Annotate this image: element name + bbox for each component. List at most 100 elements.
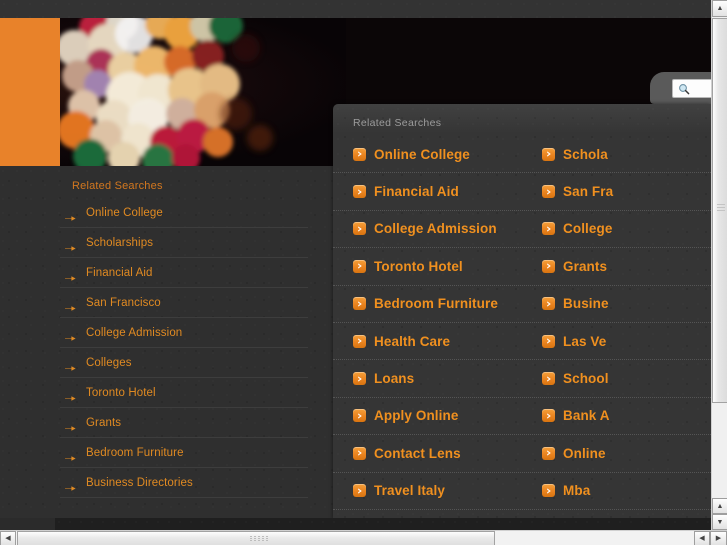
related-search-label: Bank A	[563, 408, 610, 424]
related-search-link[interactable]: Schola	[522, 147, 711, 162]
sidebar-item[interactable]: Scholarships	[60, 228, 308, 258]
related-search-label: Mba	[563, 483, 591, 499]
sidebar-item[interactable]: College Admission	[60, 318, 308, 348]
browser-viewport: Related Searches Online College Scholarsh…	[0, 0, 727, 545]
related-search-link[interactable]: Financial Aid	[333, 184, 522, 199]
overlay-row: Apply Online Bank A	[333, 398, 711, 436]
overlay-row: Toronto Hotel Grants	[333, 248, 711, 286]
related-search-link[interactable]: College Admission	[333, 221, 522, 236]
sidebar-list: Online College Scholarships Financial Aid S…	[60, 198, 308, 498]
scroll-up-arrow-icon-lower: ▲	[716, 502, 724, 510]
related-search-label: Online	[563, 445, 606, 461]
scroll-left-arrow-icon: ◀	[5, 535, 11, 542]
sidebar-item[interactable]: Bedroom Furniture	[60, 438, 308, 468]
related-search-link[interactable]: Travel Italy	[333, 483, 522, 498]
overlay-row: Contact Lens Online	[333, 435, 711, 473]
arrow-right-icon	[65, 419, 76, 431]
sidebar-item[interactable]: San Francisco	[60, 288, 308, 318]
scroll-left-button[interactable]: ◀	[0, 531, 16, 545]
sidebar-item[interactable]: Grants	[60, 408, 308, 438]
chevron-right-icon	[353, 147, 366, 161]
chevron-right-icon	[353, 334, 366, 348]
related-search-link[interactable]: Bank A	[522, 408, 711, 423]
sidebar-item-label: Grants	[86, 416, 122, 429]
scroll-down-button-upper[interactable]: ▲	[712, 498, 727, 514]
related-search-link[interactable]: Bedroom Furniture	[333, 296, 522, 311]
scroll-right-button[interactable]: ▶	[710, 531, 727, 545]
overlay-row: College Admission College	[333, 211, 711, 249]
vertical-scroll-thumb[interactable]	[712, 18, 727, 403]
vertical-scrollbar[interactable]: ▲ ▲ ▼	[711, 0, 727, 530]
chevron-right-icon	[353, 446, 366, 460]
related-search-link[interactable]: College	[522, 221, 711, 236]
scroll-down-arrow-icon: ▼	[716, 518, 724, 526]
orange-accent-block	[0, 18, 60, 166]
related-search-link[interactable]: Online College	[333, 147, 522, 162]
related-search-link[interactable]: San Fra	[522, 184, 711, 199]
related-search-label: Busine	[563, 296, 609, 312]
related-search-link[interactable]: Mba	[522, 483, 711, 498]
related-search-link[interactable]: Toronto Hotel	[333, 259, 522, 274]
chevron-right-icon	[353, 297, 366, 311]
arrow-right-icon	[65, 299, 76, 311]
hero-bokeh-image	[60, 18, 346, 166]
related-search-link[interactable]: Grants	[522, 259, 711, 274]
related-search-link[interactable]: Contact Lens	[333, 446, 522, 461]
sidebar-item[interactable]: Colleges	[60, 348, 308, 378]
chevron-right-icon	[353, 222, 366, 236]
arrow-right-icon	[65, 209, 76, 221]
related-search-link[interactable]: Loans	[333, 371, 522, 386]
site-top-strip	[0, 0, 711, 18]
sidebar-item[interactable]: Online College	[60, 198, 308, 228]
related-search-label: College Admission	[374, 221, 497, 237]
scroll-thumb-grip	[250, 536, 268, 542]
chevron-right-icon	[542, 185, 555, 199]
horizontal-scrollbar[interactable]: ◀ ◀ ▶	[0, 530, 727, 545]
chevron-right-icon	[542, 484, 555, 498]
related-searches-overlay: Related Searches Online College Schola Fin…	[333, 104, 711, 519]
overlay-row: Bedroom Furniture Busine	[333, 286, 711, 323]
sidebar-item[interactable]: Business Directories	[60, 468, 308, 498]
overlay-row: Health Care Las Ve	[333, 323, 711, 361]
related-search-link[interactable]: Las Ve	[522, 334, 711, 349]
sidebar-item[interactable]: Financial Aid	[60, 258, 308, 288]
chevron-right-icon	[353, 409, 366, 423]
arrow-right-icon	[65, 269, 76, 281]
arrow-right-icon	[65, 329, 76, 341]
related-search-link[interactable]: Online	[522, 446, 711, 461]
arrow-right-icon	[65, 239, 76, 251]
sidebar-item-label: Bedroom Furniture	[86, 446, 184, 459]
chevron-right-icon	[353, 259, 366, 273]
chevron-right-icon	[542, 446, 555, 460]
chevron-right-icon	[353, 185, 366, 199]
related-search-label: Bedroom Furniture	[374, 296, 498, 312]
related-search-label: Grants	[563, 258, 608, 274]
related-search-label: College	[563, 221, 613, 237]
chevron-right-icon	[353, 372, 366, 386]
scroll-down-button[interactable]: ▼	[712, 514, 727, 530]
sidebar-item-label: Colleges	[86, 356, 132, 369]
arrow-right-icon	[65, 479, 76, 491]
arrow-right-icon	[65, 359, 76, 371]
scroll-right-arrow-icon: ▶	[715, 535, 722, 542]
related-search-label: Health Care	[374, 333, 451, 349]
sidebar-item[interactable]: Toronto Hotel	[60, 378, 308, 408]
related-search-link[interactable]: Busine	[522, 296, 711, 311]
chevron-right-icon	[542, 259, 555, 273]
related-search-label: Toronto Hotel	[374, 258, 463, 274]
scroll-left-button-right[interactable]: ◀	[694, 531, 710, 545]
chevron-right-icon	[353, 484, 366, 498]
related-search-link[interactable]: Apply Online	[333, 408, 522, 423]
sidebar-related-searches: Related Searches Online College Scholarsh…	[60, 172, 308, 498]
search-icon	[676, 81, 692, 96]
related-search-label: Contact Lens	[374, 445, 461, 461]
related-search-label: Loans	[374, 371, 415, 387]
horizontal-scroll-thumb[interactable]	[17, 531, 495, 545]
related-search-link[interactable]: School	[522, 371, 711, 386]
sidebar-item-label: College Admission	[86, 326, 183, 339]
related-search-label: Schola	[563, 146, 608, 162]
chevron-right-icon	[542, 334, 555, 348]
related-search-link[interactable]: Health Care	[333, 334, 522, 349]
scroll-up-button[interactable]: ▲	[712, 0, 727, 17]
related-search-label: San Fra	[563, 184, 614, 200]
